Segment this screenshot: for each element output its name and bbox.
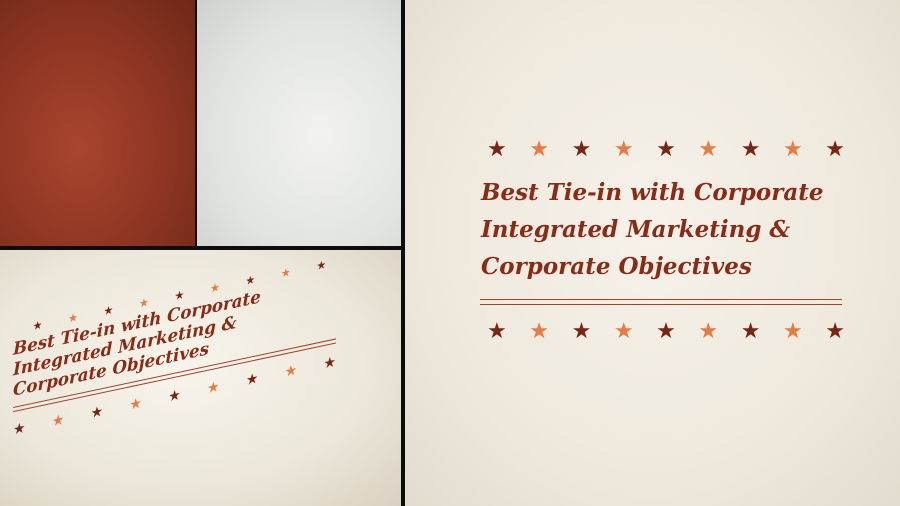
star-icon: ★ — [529, 137, 550, 162]
star-icon: ★ — [487, 137, 507, 162]
star-icon: ★ — [782, 319, 803, 344]
award-title-line: Corporate Objectives — [481, 253, 752, 280]
star-icon: ★ — [13, 419, 26, 439]
star-icon: ★ — [281, 264, 291, 281]
star-icon: ★ — [656, 319, 676, 344]
star-icon: ★ — [698, 137, 719, 162]
star-icon: ★ — [207, 378, 220, 398]
star-icon: ★ — [51, 411, 65, 431]
star-icon: ★ — [825, 319, 845, 344]
star-icon: ★ — [174, 287, 185, 303]
award-title-line: Best Tie-in with Corporate — [481, 179, 824, 206]
main-star-row-bottom: ★ ★ ★ ★ ★ ★ ★ ★ ★ — [487, 320, 845, 344]
rule-line — [480, 299, 842, 300]
star-icon: ★ — [740, 137, 761, 162]
star-icon: ★ — [323, 353, 336, 373]
star-icon: ★ — [129, 395, 142, 414]
star-icon: ★ — [90, 403, 104, 423]
star-icon: ★ — [32, 317, 43, 333]
main-star-row-top: ★ ★ ★ ★ ★ ★ ★ ★ ★ — [487, 138, 845, 162]
star-icon: ★ — [245, 370, 259, 390]
star-icon: ★ — [613, 319, 634, 344]
star-icon: ★ — [571, 137, 592, 162]
main-paper-panel: ★ ★ ★ ★ ★ ★ ★ ★ ★ Best Tie-in with Corporate Int… — [405, 0, 900, 506]
star-icon: ★ — [68, 309, 78, 326]
star-icon: ★ — [825, 137, 845, 162]
star-icon: ★ — [740, 319, 761, 344]
award-title-line: Integrated Marketing & — [481, 216, 791, 243]
star-icon: ★ — [210, 279, 220, 296]
rule-line — [480, 304, 842, 305]
star-icon: ★ — [139, 294, 149, 311]
red-texture-panel — [0, 0, 195, 246]
star-icon: ★ — [284, 362, 298, 381]
star-icon: ★ — [487, 319, 507, 344]
grey-texture-panel — [197, 0, 401, 246]
star-icon: ★ — [698, 319, 719, 344]
star-icon: ★ — [656, 137, 676, 162]
star-icon: ★ — [529, 319, 550, 344]
star-icon: ★ — [613, 137, 634, 162]
angled-paper-panel: ★ ★ ★ ★ ★ ★ ★ ★ ★ Best Tie-in with Corporate Int… — [0, 250, 401, 506]
star-icon: ★ — [571, 319, 592, 344]
angled-award-card: ★ ★ ★ ★ ★ ★ ★ ★ ★ Best Tie-in with Corporate Int… — [13, 250, 365, 456]
star-icon: ★ — [316, 257, 327, 273]
star-icon: ★ — [245, 272, 256, 288]
star-icon: ★ — [168, 386, 181, 406]
double-rule — [480, 299, 842, 309]
star-icon: ★ — [782, 137, 803, 162]
award-title: Best Tie-in with Corporate Integrated Ma… — [481, 174, 891, 285]
star-icon: ★ — [103, 302, 114, 318]
